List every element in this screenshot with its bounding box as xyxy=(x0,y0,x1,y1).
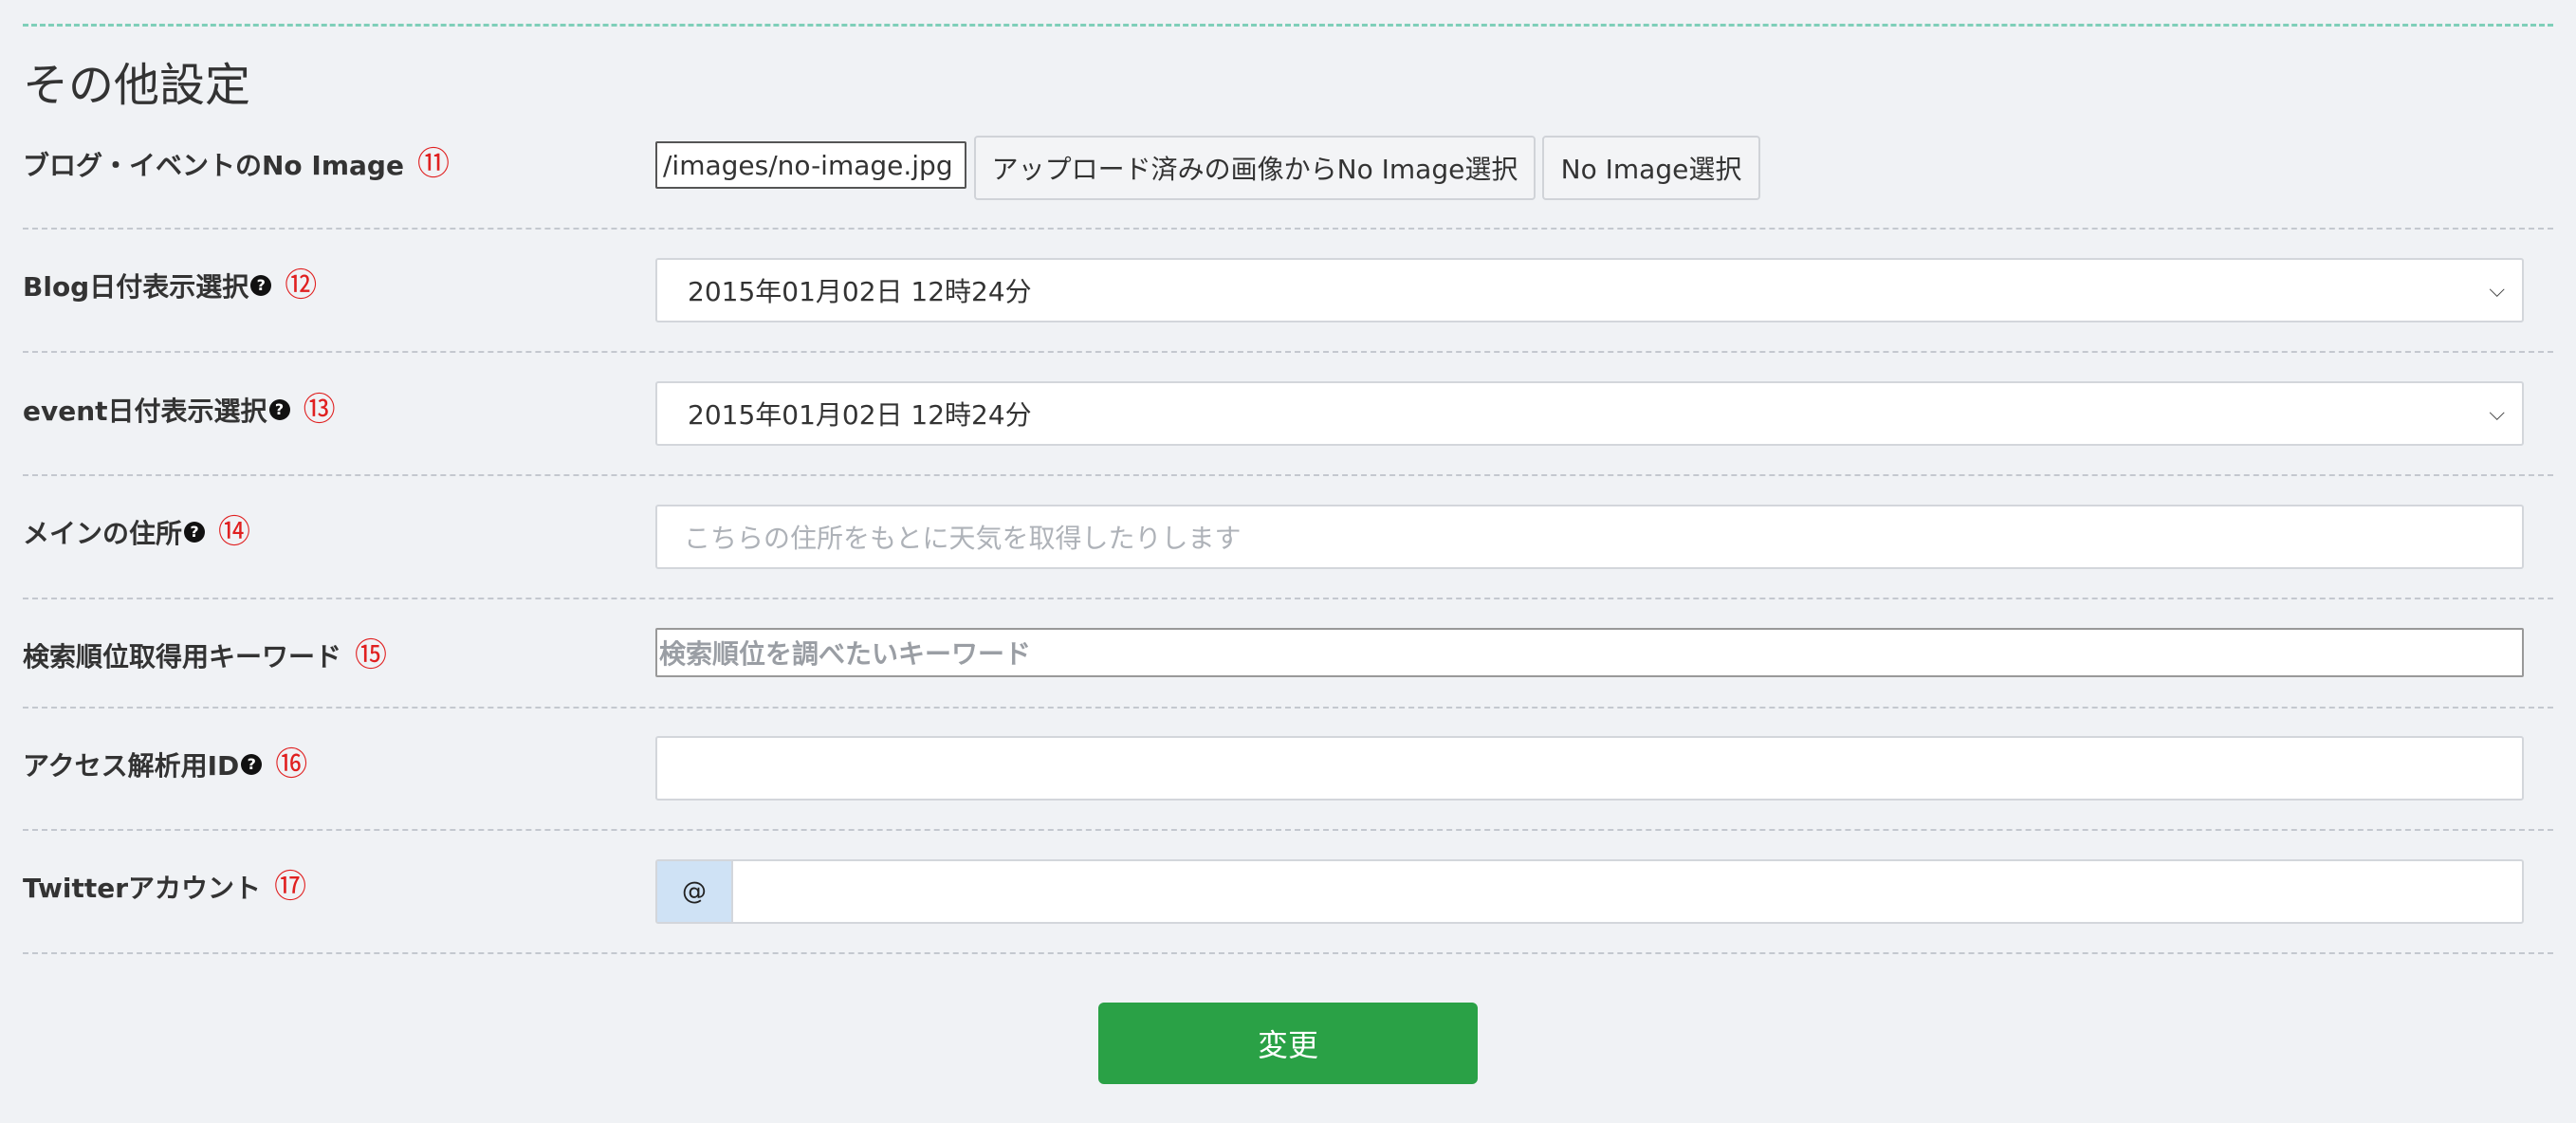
label-analytics-id-text: アクセス解析用ID xyxy=(23,750,240,782)
no-image-path-input[interactable]: /images/no-image.jpg xyxy=(655,141,966,189)
no-image-select-button[interactable]: No Image選択 xyxy=(1542,136,1760,200)
main-address-input[interactable]: こちらの住所をもとに天気を取得したりします xyxy=(655,505,2524,569)
row-divider xyxy=(23,474,2553,476)
label-analytics-id: アクセス解析用ID ? ⑯ xyxy=(23,746,307,783)
number-marker: ⑰ xyxy=(274,868,307,906)
chevron-down-icon: ⌵ xyxy=(2489,401,2505,426)
twitter-account-input-group: @ xyxy=(655,859,2524,924)
label-search-keyword-text: 検索順位取得用キーワード xyxy=(23,641,342,672)
label-search-keyword: 検索順位取得用キーワード ⑮ xyxy=(23,636,387,674)
label-blog-date-text: Blog日付表示選択 xyxy=(23,271,249,303)
label-no-image-text: ブログ・イベントのNo Image xyxy=(23,150,404,181)
row-divider xyxy=(23,707,2553,709)
blog-date-format-value: 2015年01月02日 12時24分 xyxy=(688,276,1032,307)
analytics-id-input[interactable] xyxy=(655,736,2524,801)
event-date-format-value: 2015年01月02日 12時24分 xyxy=(688,399,1032,431)
row-divider xyxy=(23,228,2553,230)
number-marker: ⑮ xyxy=(355,636,388,674)
label-main-address-text: メインの住所 xyxy=(23,518,183,549)
label-event-date: event日付表示選択 ? ⑬ xyxy=(23,391,336,429)
no-image-path-value: /images/no-image.jpg xyxy=(663,149,953,181)
label-no-image: ブログ・イベントのNo Image ⑪ xyxy=(23,145,450,183)
main-address-placeholder: こちらの住所をもとに天気を取得したりします xyxy=(684,523,1242,554)
at-sign-prefix: @ xyxy=(657,861,733,922)
section-top-rule xyxy=(23,24,2553,27)
number-marker: ⑪ xyxy=(416,145,450,183)
row-divider xyxy=(23,829,2553,831)
label-twitter-account: Twitterアカウント ⑰ xyxy=(23,868,306,906)
help-icon[interactable]: ? xyxy=(268,399,290,420)
number-marker: ⑬ xyxy=(303,391,336,429)
help-icon[interactable]: ? xyxy=(241,754,263,775)
search-keyword-placeholder: 検索順位を調べたいキーワード xyxy=(659,638,1032,670)
blog-date-format-select[interactable]: 2015年01月02日 12時24分 ⌵ xyxy=(655,258,2524,322)
row-divider xyxy=(23,598,2553,599)
number-marker: ⑫ xyxy=(285,267,318,304)
help-icon[interactable]: ? xyxy=(184,522,206,543)
select-uploaded-image-button[interactable]: アップロード済みの画像からNo Image選択 xyxy=(974,136,1536,200)
label-main-address: メインの住所 ? ⑭ xyxy=(23,513,250,551)
section-title: その他設定 xyxy=(23,59,251,112)
row-divider xyxy=(23,952,2553,954)
help-icon[interactable]: ? xyxy=(250,275,272,296)
number-marker: ⑭ xyxy=(218,513,251,551)
event-date-format-select[interactable]: 2015年01月02日 12時24分 ⌵ xyxy=(655,381,2524,446)
search-keyword-input[interactable]: 検索順位を調べたいキーワード xyxy=(655,628,2524,677)
chevron-down-icon: ⌵ xyxy=(2489,278,2505,303)
label-blog-date: Blog日付表示選択 ? ⑫ xyxy=(23,267,317,304)
submit-change-button[interactable]: 変更 xyxy=(1098,1003,1478,1084)
label-event-date-text: event日付表示選択 xyxy=(23,396,267,427)
number-marker: ⑯ xyxy=(275,746,308,783)
row-divider xyxy=(23,351,2553,353)
label-twitter-account-text: Twitterアカウント xyxy=(23,873,262,904)
